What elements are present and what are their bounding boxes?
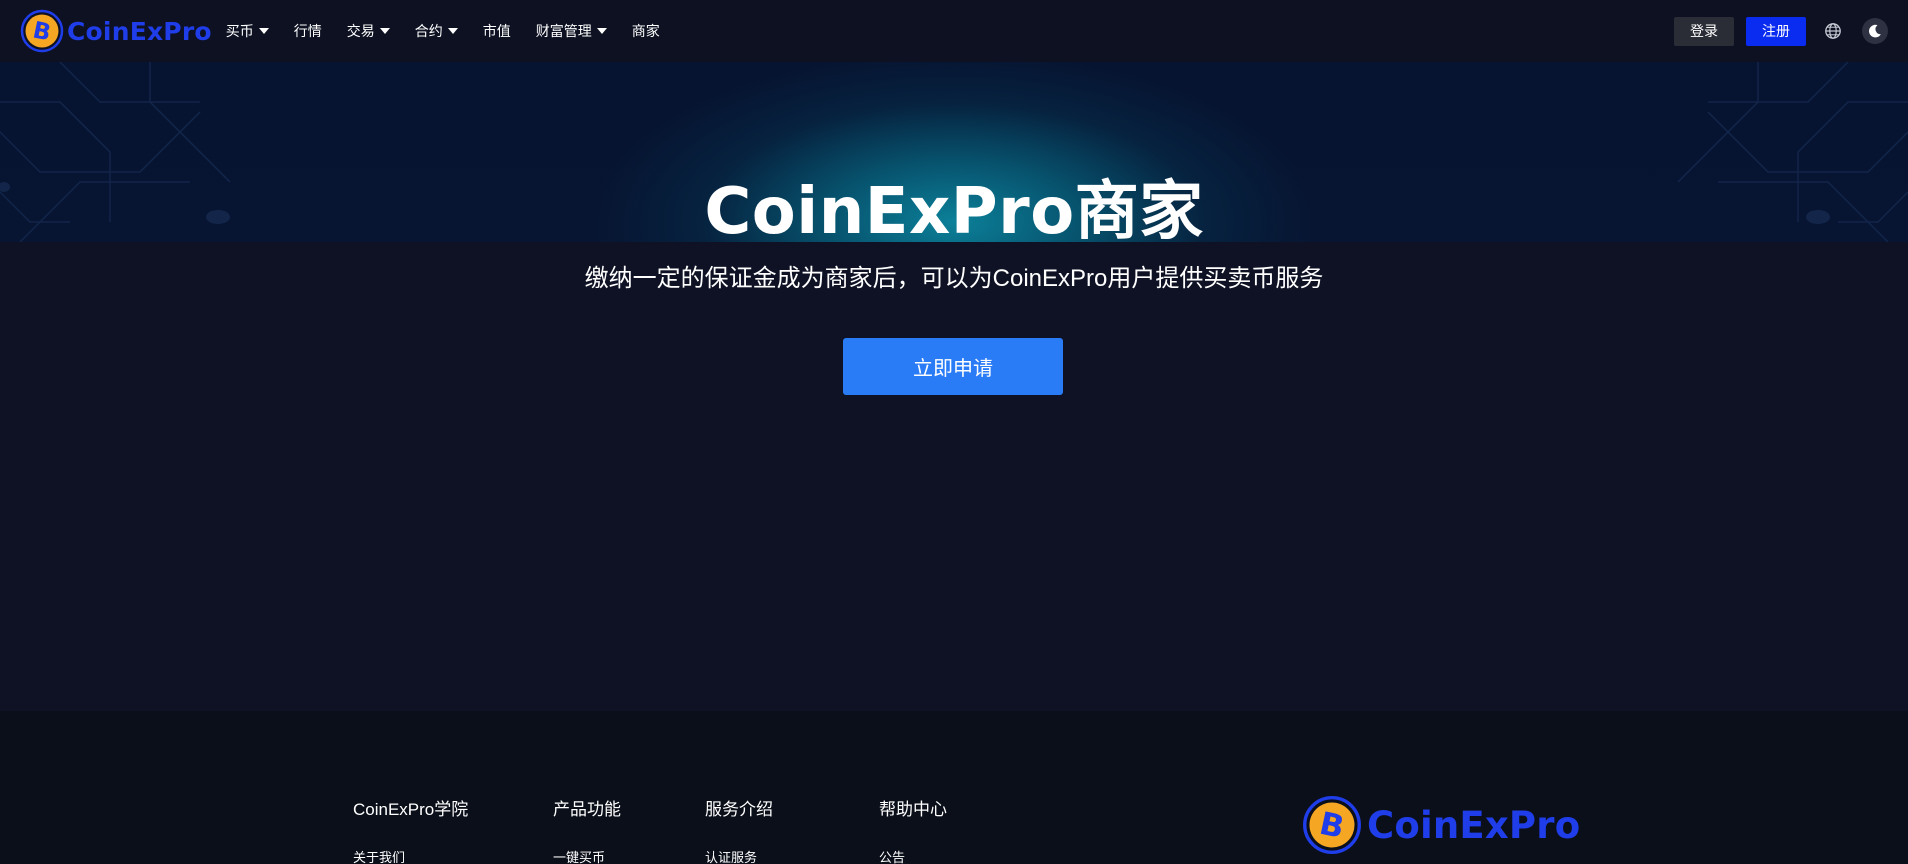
apply-now-button[interactable]: 立即申请 [843,338,1063,395]
footer-column-academy: CoinExPro学院 关于我们 [353,795,469,864]
nav-item-market-cap[interactable]: 市值 [483,0,511,62]
globe-icon[interactable] [1824,22,1842,40]
footer-column-products: 产品功能 一键买币 [553,795,621,864]
nav-label: 行情 [293,23,322,39]
bitcoin-logo-icon: B [1303,796,1361,854]
login-button[interactable]: 登录 [1674,16,1734,46]
bitcoin-logo-icon: B [20,9,64,53]
footer-heading: CoinExPro学院 [353,800,469,819]
header-tools: 登录 注册 [1674,0,1908,62]
nav-item-merchant[interactable]: 商家 [632,0,660,62]
nav-label: 商家 [631,23,660,39]
footer-column-services: 服务介绍 认证服务 [705,795,773,864]
footer-link[interactable]: 公告 [879,847,905,864]
footer-column-help: 帮助中心 公告 [879,795,947,864]
nav-label: 合约 [414,23,443,39]
footer-logo[interactable]: B CoinExPro [1302,795,1580,855]
top-navbar: B CoinExPro 买币 行情 交易 合约 市值 财富管理 商家 登录 注册 [0,0,1908,62]
register-button[interactable]: 注册 [1746,16,1806,46]
theme-toggle-button[interactable] [1862,18,1888,44]
brand-name: CoinExPro [67,16,212,46]
nav-item-buy-coin[interactable]: 买币 [226,0,269,62]
footer [0,711,1908,864]
caret-down-icon [447,28,458,34]
footer-heading: 服务介绍 [705,800,773,819]
footer-heading: 帮助中心 [879,800,947,819]
caret-down-icon [379,28,390,34]
nav-label: 交易 [346,23,375,39]
moon-icon [1869,24,1881,38]
footer-link[interactable]: 认证服务 [705,847,757,864]
nav-item-market[interactable]: 行情 [294,0,322,62]
nav-item-wealth[interactable]: 财富管理 [536,0,607,62]
main-nav: 买币 行情 交易 合约 市值 财富管理 商家 [226,0,685,62]
nav-item-trade[interactable]: 交易 [347,0,390,62]
brand-logo[interactable]: B CoinExPro [20,9,212,53]
nav-label: 市值 [482,23,511,39]
footer-heading: 产品功能 [553,800,621,819]
footer-link[interactable]: 一键买币 [553,847,605,864]
footer-brand-name: CoinExPro [1367,803,1581,847]
nav-label: 买币 [225,23,254,39]
nav-label: 财富管理 [535,23,592,39]
caret-down-icon [258,28,269,34]
hero-subtitle: 缴纳一定的保证金成为商家后，可以为CoinExPro用户提供买卖币服务 [584,265,1324,292]
caret-down-icon [596,28,607,34]
hero-title: CoinExPro商家 [704,175,1204,249]
nav-item-contract[interactable]: 合约 [415,0,458,62]
footer-link[interactable]: 关于我们 [353,847,405,864]
